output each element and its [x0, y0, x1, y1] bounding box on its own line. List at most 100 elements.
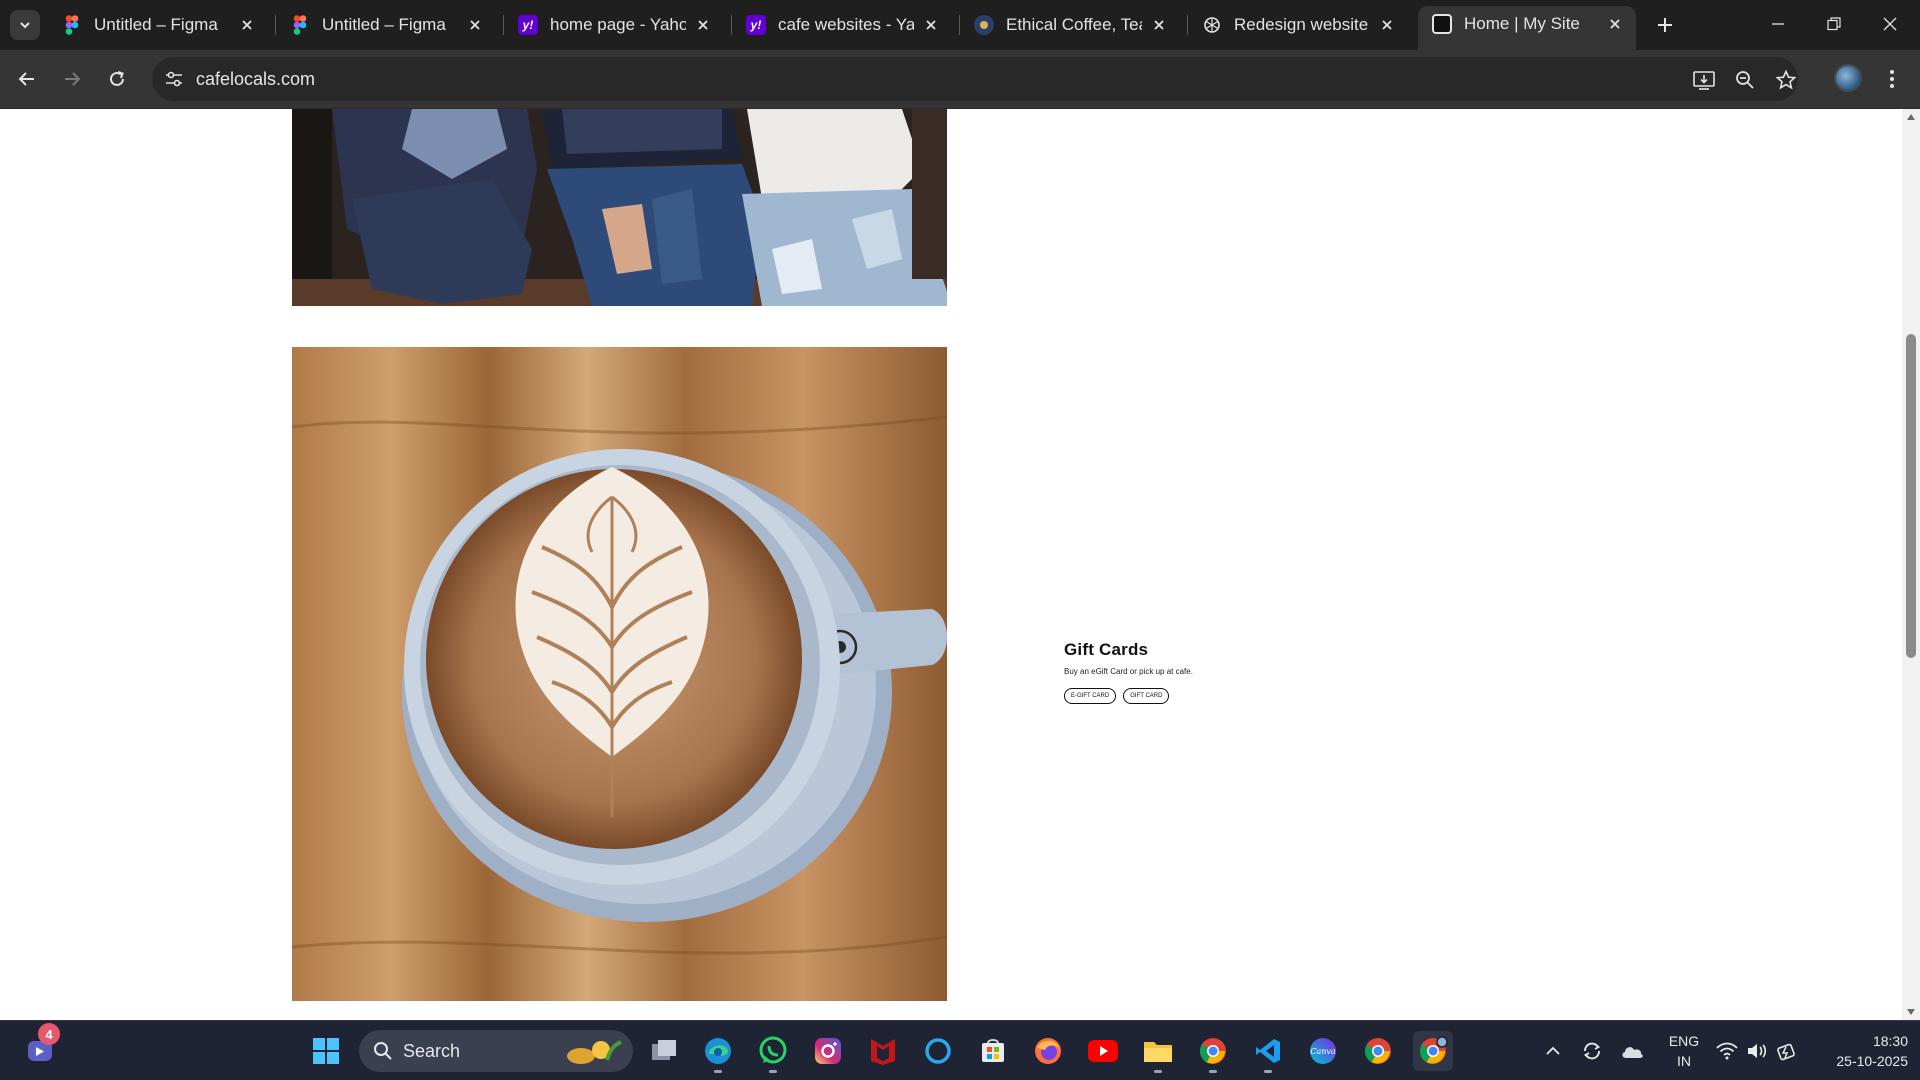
back-button[interactable] [10, 62, 44, 96]
close-tab-icon[interactable] [1604, 13, 1626, 35]
tab-title: Home | My Site [1464, 14, 1580, 33]
bookmark-button[interactable] [1772, 66, 1800, 94]
tab-title: Untitled – Figma [322, 15, 446, 34]
tab-search-button[interactable] [10, 10, 40, 40]
gift-cards-section: Gift Cards Buy an eGift Card or pick up … [1064, 640, 1193, 704]
chrome-profile-icon[interactable] [1413, 1031, 1453, 1071]
tab-home-my-site[interactable]: Home | My Site [1418, 6, 1636, 50]
gift-cards-buttons: E-GIFT CARD GIFT CARD [1064, 688, 1193, 704]
latte-art-photo [292, 347, 947, 1001]
reload-icon [110, 71, 124, 86]
close-tab-icon[interactable] [236, 14, 258, 36]
tab-title: cafe websites - Yahoo Search Results [778, 15, 914, 34]
star-icon [1776, 70, 1796, 90]
ethical-coffee-icon [974, 15, 994, 35]
minimize-button[interactable] [1750, 0, 1806, 48]
chatgpt-icon [1202, 15, 1222, 35]
yahoo-icon: y! [518, 15, 538, 35]
region-code: IN [1677, 1053, 1691, 1069]
show-hidden-icons-button[interactable] [1541, 1039, 1565, 1063]
tab-yahoo-cafe-websites[interactable]: y! cafe websites - Yahoo Search Results [732, 7, 952, 43]
sync-icon[interactable] [1580, 1039, 1604, 1063]
minimize-icon [1772, 23, 1784, 25]
figma-icon [290, 15, 310, 35]
youtube-icon[interactable] [1083, 1031, 1123, 1071]
scroll-up-icon[interactable] [1907, 113, 1915, 121]
tab-title: home page - Yahoo Search Results [550, 15, 686, 34]
zoom-button[interactable] [1731, 66, 1759, 94]
chrome-icon[interactable] [1358, 1031, 1398, 1071]
tab-redesign-website[interactable]: Redesign website homepage [1188, 7, 1408, 43]
page-scrollbar[interactable] [1902, 109, 1920, 1020]
cortana-icon[interactable] [918, 1031, 958, 1071]
chrome-canary-icon[interactable] [1193, 1031, 1233, 1073]
site-info-button[interactable] [160, 65, 188, 93]
close-window-button[interactable] [1862, 0, 1918, 48]
close-tab-icon[interactable] [1376, 14, 1398, 36]
microsoft-store-icon[interactable] [973, 1031, 1013, 1071]
whatsapp-icon[interactable] [753, 1031, 793, 1073]
egift-card-button[interactable]: E-GIFT CARD [1064, 688, 1117, 704]
browser-toolbar: cafelocals.com [0, 50, 1920, 109]
restore-button[interactable] [1806, 0, 1862, 48]
firefox-icon[interactable] [1028, 1031, 1068, 1071]
search-label: Search [403, 1040, 461, 1061]
reload-button[interactable] [100, 62, 134, 96]
file-explorer-icon[interactable] [1138, 1031, 1178, 1073]
instagram-icon[interactable] [808, 1031, 848, 1071]
yahoo-icon: y! [746, 15, 766, 35]
close-tab-icon[interactable] [464, 14, 486, 36]
chevron-down-icon [20, 22, 30, 29]
gift-card-button[interactable]: GIFT CARD [1123, 688, 1170, 704]
tab-figma-1[interactable]: Untitled – Figma [48, 7, 268, 43]
clock[interactable]: 18:30 25-10-2025 [1810, 1031, 1908, 1071]
tab-figma-2[interactable]: Untitled – Figma [276, 7, 496, 43]
browser-menu-button[interactable] [1878, 64, 1906, 94]
close-tab-icon[interactable] [1148, 14, 1170, 36]
new-tab-button[interactable] [1650, 10, 1680, 40]
tab-yahoo-home-page[interactable]: y! home page - Yahoo Search Results [504, 7, 724, 43]
close-tab-icon[interactable] [692, 14, 714, 36]
tab-title: Untitled – Figma [94, 15, 218, 34]
cafe-people-photo [292, 109, 947, 306]
volume-icon[interactable] [1745, 1039, 1769, 1063]
vscode-icon[interactable] [1248, 1031, 1288, 1073]
profile-avatar[interactable] [1834, 64, 1862, 92]
url-text[interactable]: cafelocals.com [196, 69, 315, 90]
wix-site-icon [1432, 14, 1452, 34]
windows-taskbar: 4 Search Canva ENG IN 18:30 25-10-2025 [0, 1020, 1920, 1080]
language-indicator[interactable]: ENG IN [1664, 1031, 1704, 1071]
language-code: ENG [1668, 1033, 1700, 1049]
forward-button[interactable] [55, 62, 89, 96]
figma-icon [62, 15, 82, 35]
more-vertical-icon [1890, 70, 1894, 88]
taskbar-search-box[interactable]: Search [359, 1030, 633, 1072]
tune-icon [166, 71, 182, 87]
task-view-icon[interactable] [644, 1031, 684, 1071]
install-app-icon [1693, 71, 1715, 90]
gift-cards-title: Gift Cards [1064, 640, 1149, 659]
tab-title: Ethical Coffee, Tea & More [1006, 15, 1142, 34]
tab-ethical-coffee[interactable]: Ethical Coffee, Tea & More [960, 7, 1180, 43]
time-text: 18:30 [1872, 1033, 1908, 1049]
plus-icon [1658, 18, 1672, 32]
wifi-icon[interactable] [1715, 1039, 1739, 1063]
search-highlight-icon [567, 1040, 622, 1064]
mcafee-icon[interactable] [863, 1031, 903, 1071]
scroll-down-icon[interactable] [1907, 1008, 1915, 1016]
windows-start-icon[interactable] [306, 1031, 346, 1071]
address-bar[interactable]: cafelocals.com [152, 57, 1798, 101]
arrow-right-icon [65, 72, 81, 86]
scrollbar-thumb[interactable] [1906, 334, 1916, 658]
onedrive-icon[interactable] [1620, 1039, 1644, 1063]
install-app-button[interactable] [1690, 66, 1718, 94]
restore-icon [1827, 17, 1841, 31]
battery-icon[interactable] [1775, 1039, 1799, 1063]
close-tab-icon[interactable] [920, 14, 942, 36]
tab-strip: Untitled – Figma Untitled – Figma y! hom… [0, 0, 1920, 50]
edge-icon[interactable] [698, 1031, 738, 1073]
canva-icon[interactable]: Canva [1303, 1031, 1343, 1071]
zoom-out-icon [1736, 71, 1754, 89]
close-icon [1883, 17, 1897, 31]
svg-text:Canva: Canva [1310, 1047, 1336, 1056]
